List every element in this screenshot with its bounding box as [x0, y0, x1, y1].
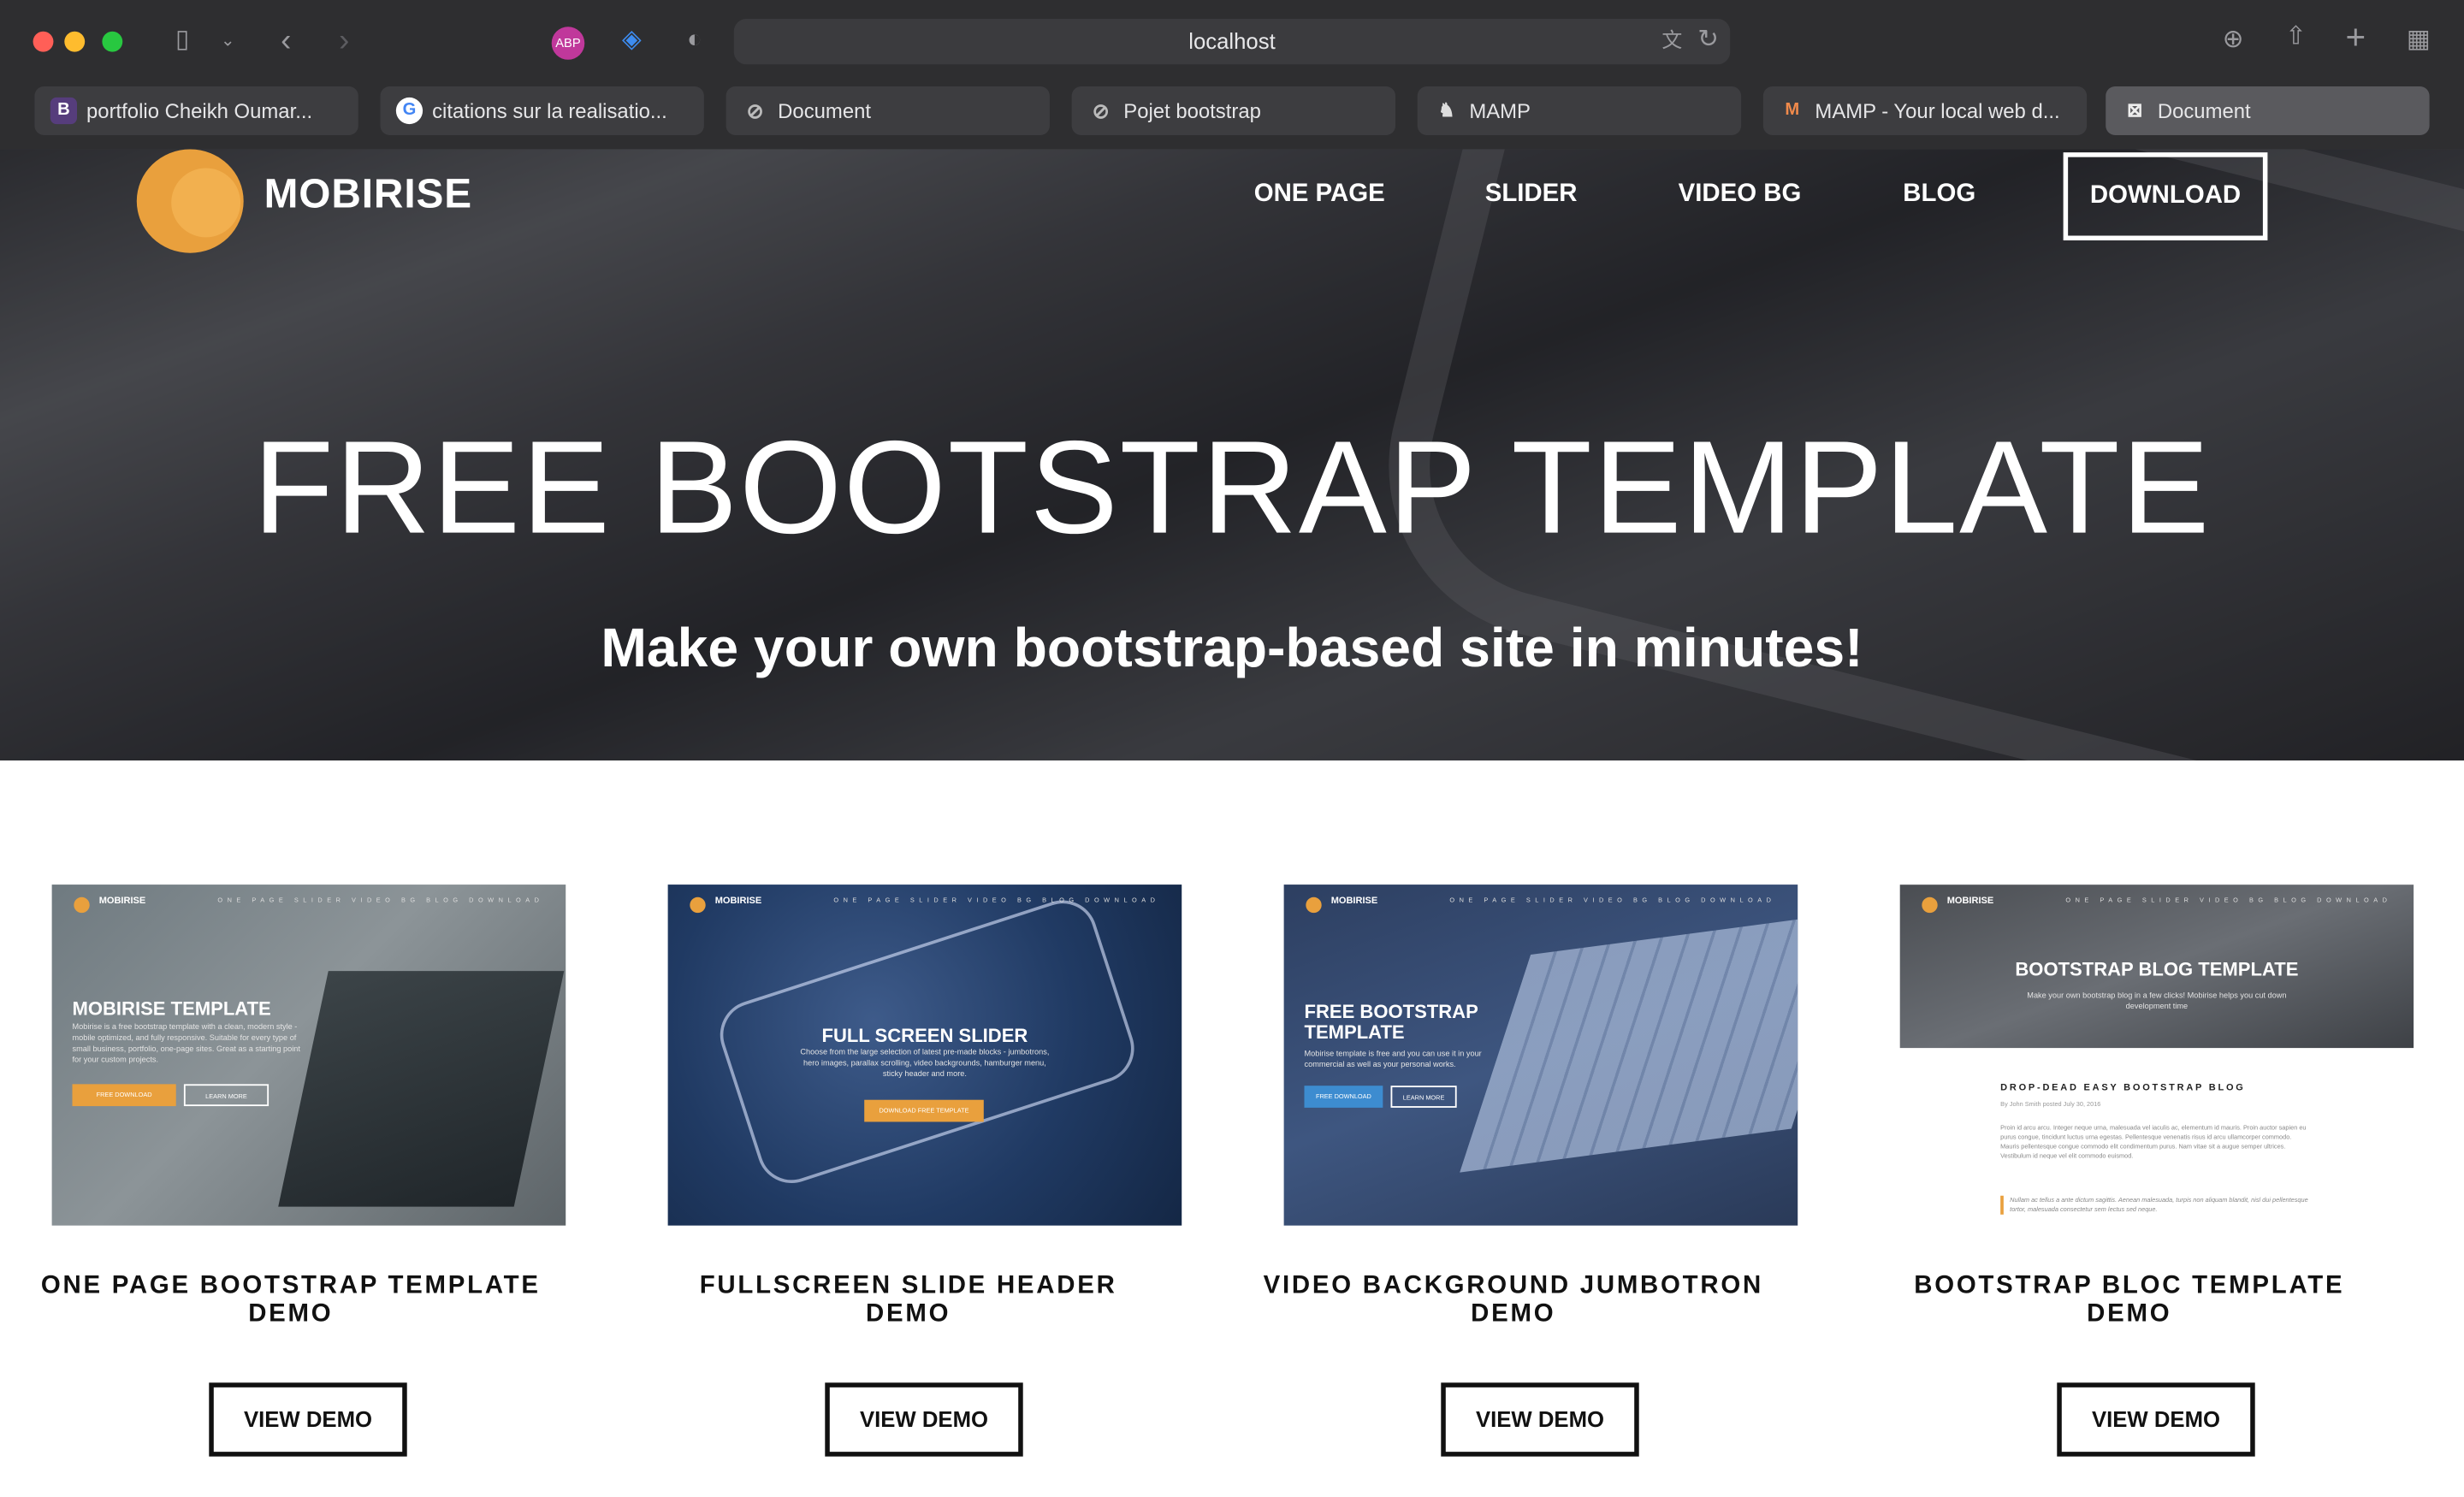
bootstrap-icon: B — [50, 97, 78, 125]
tab-overview-icon[interactable]: ▦ — [2402, 25, 2436, 56]
sidebar-toggle-icon[interactable]: ▯ — [165, 25, 199, 56]
card-title-video: VIDEO BACKGROUND JUMBOTRON DEMO — [1263, 1272, 1763, 1328]
card-thumbnail-slider[interactable]: MOBIRISE ONE PAGE SLIDER VIDEO BG BLOG D… — [667, 885, 1182, 1226]
tab-label: MAMP - Your local web d... — [1815, 98, 2060, 123]
browser-toolbar: ▯ ⌄ ‹ › ABP ◈ ◐ localhost 文 ↻ ⊕ ⇧ + ▦ Bp… — [0, 0, 2464, 150]
adblock-extension-icon[interactable]: ABP — [551, 27, 585, 60]
compass-icon: ⊘ — [746, 98, 764, 123]
tab-label: Document — [2157, 98, 2251, 123]
url-text: localhost — [1188, 28, 1276, 54]
minimize-window-button[interactable] — [64, 31, 86, 52]
tab-pojet-bootstrap[interactable]: ⊘ Pojet bootstrap — [1071, 86, 1396, 135]
card-title-one-page: ONE PAGE BOOTSTRAP TEMPLATE DEMO — [40, 1272, 541, 1328]
tab-label: citations sur la realisatio... — [432, 98, 667, 123]
tab-label: Document — [778, 98, 872, 123]
mamp-icon: M — [1785, 100, 1800, 120]
browser-window: ▯ ⌄ ‹ › ABP ◈ ◐ localhost 文 ↻ ⊕ ⇧ + ▦ Bp… — [0, 0, 2464, 1496]
card-thumbnail-video[interactable]: MOBIRISE ONE PAGE SLIDER VIDEO BG BLOG D… — [1283, 885, 1798, 1226]
hero-subtitle: Make your own bootstrap-based site in mi… — [601, 617, 1863, 679]
tab-label: Pojet bootstrap — [1123, 98, 1261, 123]
hero-title: FREE BOOTSTRAP TEMPLATE — [252, 413, 2212, 561]
tab-label: MAMP — [1469, 98, 1531, 123]
shield-icon[interactable]: ◐ — [678, 25, 710, 56]
brand-name[interactable]: MOBIRISE — [264, 169, 473, 218]
layers-extension-icon[interactable]: ◈ — [613, 25, 650, 56]
download-button[interactable]: DOWNLOAD — [2063, 152, 2268, 241]
share-icon[interactable]: ⇧ — [2278, 22, 2313, 54]
tab-document-active[interactable]: ⊠ Document — [2106, 86, 2430, 135]
view-demo-button-video[interactable]: VIEW DEMO — [1441, 1382, 1639, 1457]
compass-icon: ⊘ — [1092, 98, 1110, 123]
nav-video-bg[interactable]: VIDEO BG — [1679, 180, 1802, 209]
view-demo-button-blog[interactable]: VIEW DEMO — [2057, 1382, 2255, 1457]
card-title-blog: BOOTSTRAP BLOC TEMPLATE DEMO — [1914, 1272, 2345, 1328]
nav-slider[interactable]: SLIDER — [1485, 180, 1578, 209]
translate-icon[interactable]: 文 — [1655, 25, 1689, 56]
mobirise-logo[interactable] — [136, 149, 244, 253]
view-demo-button-one-page[interactable]: VIEW DEMO — [209, 1382, 407, 1457]
laptop-image — [278, 971, 565, 1207]
nav-one-page[interactable]: ONE PAGE — [1254, 180, 1385, 209]
tab-document[interactable]: ⊘ Document — [726, 86, 1050, 135]
tab-portfolio[interactable]: Bportfolio Cheikh Oumar... — [34, 86, 358, 135]
tab-mamp-local[interactable]: M MAMP - Your local web d... — [1762, 86, 2088, 135]
google-icon: G — [395, 97, 424, 125]
card-thumbnail-blog[interactable]: MOBIRISE ONE PAGE SLIDER VIDEO BG BLOG D… — [1899, 885, 2414, 1226]
back-icon[interactable]: ‹ — [270, 25, 302, 56]
close-window-button[interactable] — [33, 31, 54, 52]
tab-citations[interactable]: Gcitations sur la realisatio... — [380, 86, 704, 135]
forward-icon[interactable]: › — [329, 25, 360, 56]
nav-blog[interactable]: BLOG — [1903, 180, 1975, 209]
reload-icon[interactable]: ↻ — [1692, 25, 1724, 56]
address-bar[interactable]: localhost 文 ↻ — [733, 19, 1731, 65]
chevron-down-icon[interactable]: ⌄ — [216, 25, 239, 56]
view-demo-button-slider[interactable]: VIEW DEMO — [825, 1382, 1023, 1457]
keyboard-image — [1460, 910, 1798, 1173]
new-tab-icon[interactable]: + — [2338, 20, 2372, 54]
tab-mamp[interactable]: ♞ MAMP — [1417, 86, 1742, 135]
card-title-slider: FULLSCREEN SLIDE HEADER DEMO — [699, 1272, 1117, 1328]
downloads-icon[interactable]: ⊕ — [2216, 25, 2250, 56]
document-icon: ⊠ — [2126, 98, 2143, 121]
tab-label: portfolio Cheikh Oumar... — [86, 98, 313, 123]
card-thumbnail-one-page[interactable]: MOBIRISE ONE PAGE SLIDER VIDEO BG BLOG D… — [51, 885, 566, 1226]
zoom-window-button[interactable] — [102, 31, 123, 52]
elephant-icon: ♞ — [1437, 98, 1455, 121]
